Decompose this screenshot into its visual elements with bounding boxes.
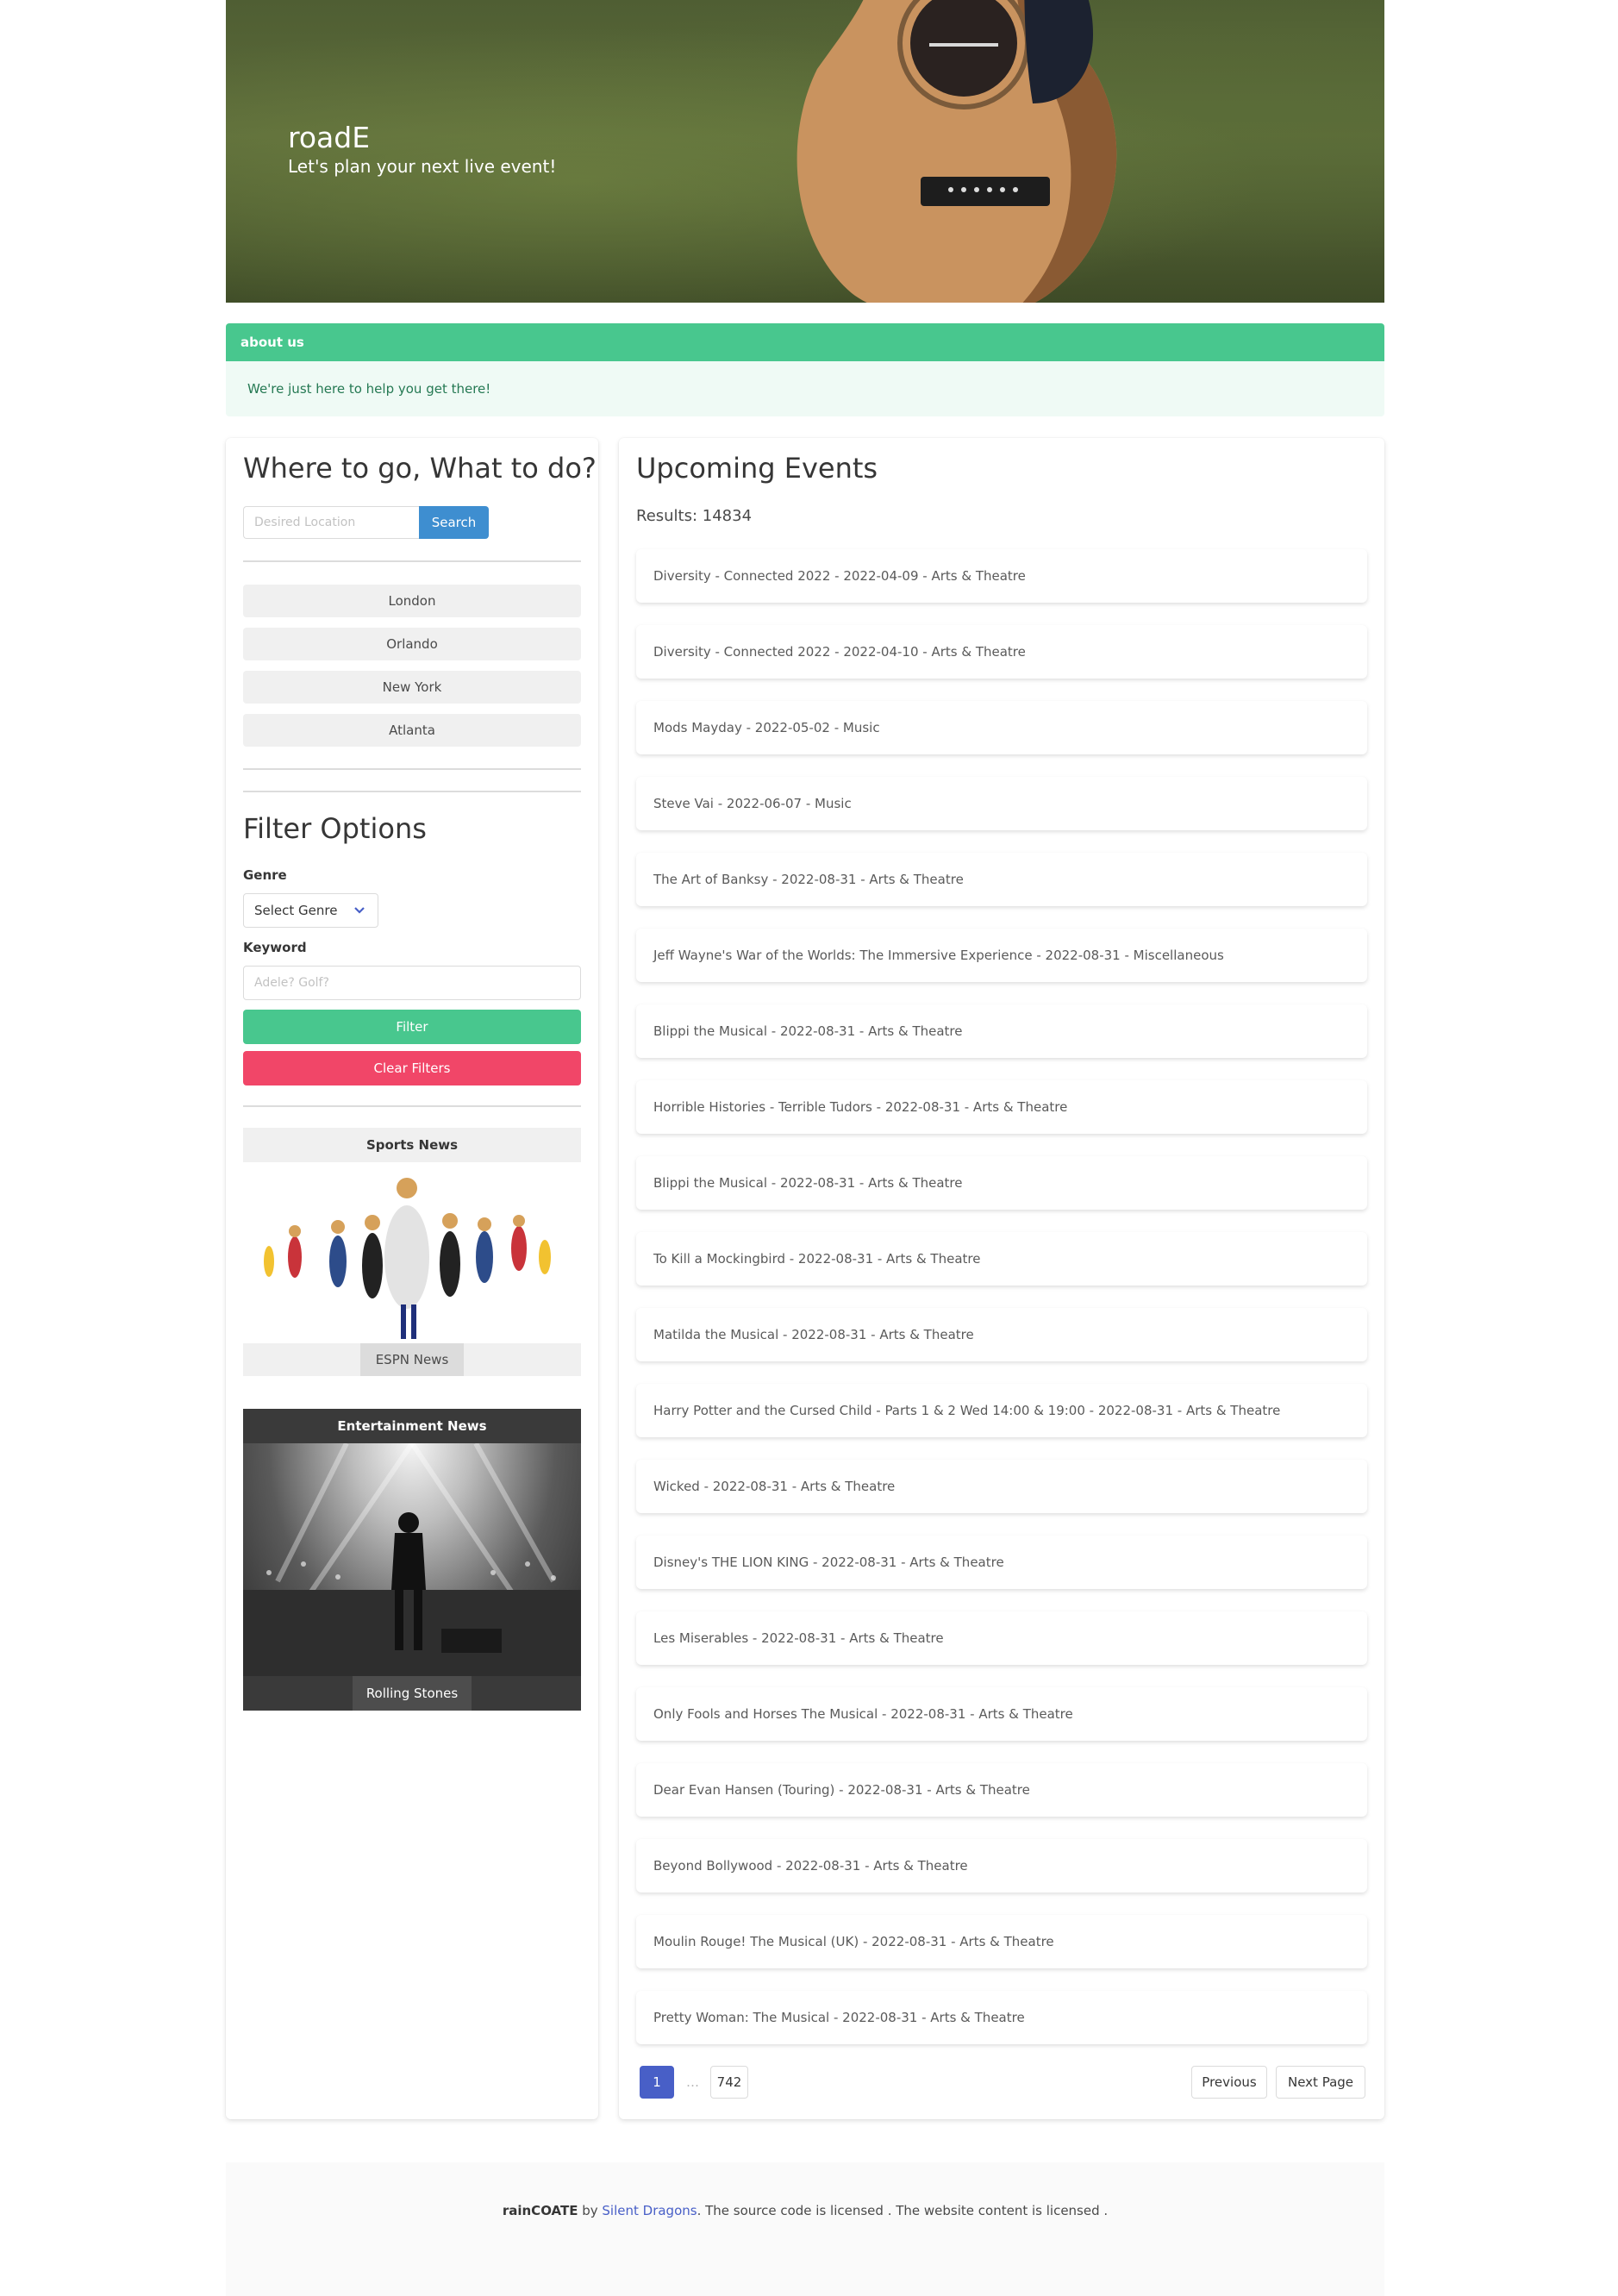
event-item[interactable]: Moulin Rouge! The Musical (UK) - 2022-08…	[636, 1915, 1367, 1968]
city-button-new-york[interactable]: New York	[243, 671, 581, 704]
filter-title: Filter Options	[243, 812, 427, 845]
keyword-label: Keyword	[243, 940, 307, 955]
author-link[interactable]: Silent Dragons	[602, 2203, 697, 2218]
event-item[interactable]: To Kill a Mockingbird - 2022-08-31 - Art…	[636, 1232, 1367, 1286]
event-item[interactable]: Harry Potter and the Cursed Child - Part…	[636, 1384, 1367, 1437]
sports-news-card: Sports News ESPN News	[243, 1128, 581, 1386]
event-item[interactable]: Steve Vai - 2022-06-07 - Music	[636, 777, 1367, 830]
site-title: roadE	[288, 121, 371, 154]
search-panel: Where to go, What to do? Search London O…	[226, 438, 598, 2119]
espn-news-link[interactable]: ESPN News	[359, 1343, 465, 1376]
about-text: We're just here to help you get there!	[226, 361, 1384, 416]
event-item[interactable]: Beyond Bollywood - 2022-08-31 - Arts & T…	[636, 1839, 1367, 1892]
event-item[interactable]: Disney's THE LION KING - 2022-08-31 - Ar…	[636, 1536, 1367, 1589]
divider	[243, 1105, 581, 1107]
page-last-button[interactable]: 742	[710, 2066, 748, 2099]
event-item[interactable]: Pretty Woman: The Musical - 2022-08-31 -…	[636, 1991, 1367, 2044]
event-item[interactable]: The Art of Banksy - 2022-08-31 - Arts & …	[636, 853, 1367, 906]
divider	[243, 768, 581, 770]
guitar-image	[797, 0, 1117, 303]
event-item[interactable]: Les Miserables - 2022-08-31 - Arts & The…	[636, 1611, 1367, 1665]
event-item[interactable]: Wicked - 2022-08-31 - Arts & Theatre	[636, 1460, 1367, 1513]
event-item[interactable]: Blippi the Musical - 2022-08-31 - Arts &…	[636, 1004, 1367, 1058]
sports-news-heading: Sports News	[243, 1128, 581, 1162]
event-item[interactable]: Diversity - Connected 2022 - 2022-04-10 …	[636, 625, 1367, 679]
events-title: Upcoming Events	[636, 452, 878, 485]
results-count: Results: 14834	[636, 507, 753, 525]
event-item[interactable]: Mods Mayday - 2022-05-02 - Music	[636, 701, 1367, 754]
event-item[interactable]: Matilda the Musical - 2022-08-31 - Arts …	[636, 1308, 1367, 1361]
sports-athletes-image	[243, 1162, 581, 1343]
event-item[interactable]: Dear Evan Hansen (Touring) - 2022-08-31 …	[636, 1763, 1367, 1817]
concert-image	[243, 1443, 581, 1676]
entertainment-news-heading: Entertainment News	[337, 1418, 487, 1434]
footer-brand: rainCOATE	[502, 2203, 578, 2218]
site-subtitle: Let's plan your next live event!	[288, 156, 557, 177]
footer-license-text: . The source code is licensed . The webs…	[697, 2203, 1109, 2218]
previous-page-button[interactable]: Previous	[1191, 2066, 1267, 2099]
genre-select[interactable]: Select Genre	[243, 893, 378, 928]
city-button-atlanta[interactable]: Atlanta	[243, 714, 581, 747]
events-panel: Upcoming Events Results: 14834 Diversity…	[619, 438, 1384, 2119]
footer-text: rainCOATE by Silent Dragons. The source …	[226, 2203, 1384, 2218]
search-button[interactable]: Search	[419, 506, 489, 539]
chevron-down-icon	[354, 907, 365, 914]
city-button-london[interactable]: London	[243, 585, 581, 617]
event-item[interactable]: Diversity - Connected 2022 - 2022-04-09 …	[636, 549, 1367, 603]
footer-by: by	[578, 2203, 603, 2218]
filter-button[interactable]: Filter	[243, 1010, 581, 1044]
about-heading: about us	[226, 323, 1384, 361]
event-item[interactable]: Only Fools and Horses The Musical - 2022…	[636, 1687, 1367, 1741]
next-page-button[interactable]: Next Page	[1276, 2066, 1365, 2099]
rolling-stones-link[interactable]: Rolling Stones	[352, 1676, 472, 1711]
clear-filters-button[interactable]: Clear Filters	[243, 1051, 581, 1085]
search-title: Where to go, What to do?	[243, 452, 597, 485]
event-item[interactable]: Jeff Wayne's War of the Worlds: The Imme…	[636, 929, 1367, 982]
hero-banner: roadE Let's plan your next live event!	[226, 0, 1384, 303]
page-1-button[interactable]: 1	[640, 2066, 674, 2099]
pagination-ellipsis: …	[686, 2074, 699, 2090]
divider	[243, 560, 581, 562]
location-input[interactable]	[243, 506, 419, 539]
divider	[243, 791, 581, 792]
event-item[interactable]: Blippi the Musical - 2022-08-31 - Arts &…	[636, 1156, 1367, 1210]
entertainment-news-card: Entertainment News Rolling Stones	[243, 1409, 581, 1711]
genre-label: Genre	[243, 867, 287, 883]
city-button-orlando[interactable]: Orlando	[243, 628, 581, 660]
footer: rainCOATE by Silent Dragons. The source …	[226, 2162, 1384, 2296]
genre-selected-value: Select Genre	[254, 903, 338, 918]
event-item[interactable]: Horrible Histories - Terrible Tudors - 2…	[636, 1080, 1367, 1134]
keyword-input[interactable]	[243, 966, 581, 1000]
